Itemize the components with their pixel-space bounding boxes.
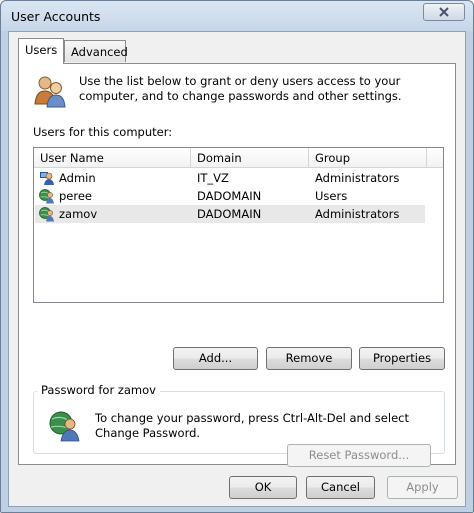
tab-users[interactable]: Users bbox=[18, 38, 64, 64]
user-domain: IT_VZ bbox=[197, 171, 229, 185]
column-header-domain[interactable]: Domain bbox=[191, 148, 309, 168]
add-button[interactable]: Add... bbox=[173, 347, 258, 370]
password-group-label: Password for zamov bbox=[37, 383, 160, 397]
domain-user-icon bbox=[39, 206, 55, 225]
user-name: peree bbox=[59, 189, 93, 203]
table-row[interactable]: peree DADOMAIN Users bbox=[35, 187, 425, 205]
user-password-icon bbox=[49, 410, 81, 445]
title-bar[interactable]: User Accounts bbox=[1, 1, 473, 31]
close-icon bbox=[439, 7, 449, 17]
users-group-icon bbox=[33, 74, 67, 111]
tab-advanced[interactable]: Advanced bbox=[64, 40, 128, 62]
column-header-group[interactable]: Group bbox=[309, 148, 427, 168]
table-row[interactable]: Admin IT_VZ Administrators bbox=[35, 169, 425, 187]
password-instructions: To change your password, press Ctrl-Alt-… bbox=[95, 411, 409, 440]
window-title: User Accounts bbox=[11, 9, 101, 24]
apply-button[interactable]: Apply bbox=[387, 476, 458, 499]
user-name: Admin bbox=[59, 171, 96, 185]
intro-text: Use the list below to grant or deny user… bbox=[79, 74, 402, 103]
user-group: Administrators bbox=[315, 171, 400, 185]
properties-button[interactable]: Properties bbox=[359, 347, 445, 370]
users-list[interactable]: User Name Domain Group Admin IT_VZ Admin… bbox=[33, 147, 444, 303]
user-domain: DADOMAIN bbox=[197, 207, 262, 221]
user-name: zamov bbox=[59, 207, 98, 221]
table-row[interactable]: zamov DADOMAIN Administrators bbox=[35, 205, 425, 223]
column-header-user-name[interactable]: User Name bbox=[34, 148, 191, 168]
reset-password-button[interactable]: Reset Password... bbox=[287, 444, 431, 467]
user-group: Administrators bbox=[315, 207, 400, 221]
cancel-button[interactable]: Cancel bbox=[306, 476, 375, 499]
list-header: User Name Domain Group bbox=[34, 148, 443, 168]
user-accounts-window: User Accounts Users Advanced Use the lis… bbox=[0, 0, 474, 513]
user-group: Users bbox=[315, 189, 348, 203]
remove-button[interactable]: Remove bbox=[266, 347, 352, 370]
ok-button[interactable]: OK bbox=[229, 476, 297, 499]
users-tab-panel: Use the list below to grant or deny user… bbox=[18, 63, 456, 467]
users-list-label: Users for this computer: bbox=[33, 125, 173, 139]
dialog-client-area: Users Advanced Use the list below to gra… bbox=[8, 31, 466, 507]
close-button[interactable] bbox=[423, 3, 465, 21]
user-domain: DADOMAIN bbox=[197, 189, 262, 203]
